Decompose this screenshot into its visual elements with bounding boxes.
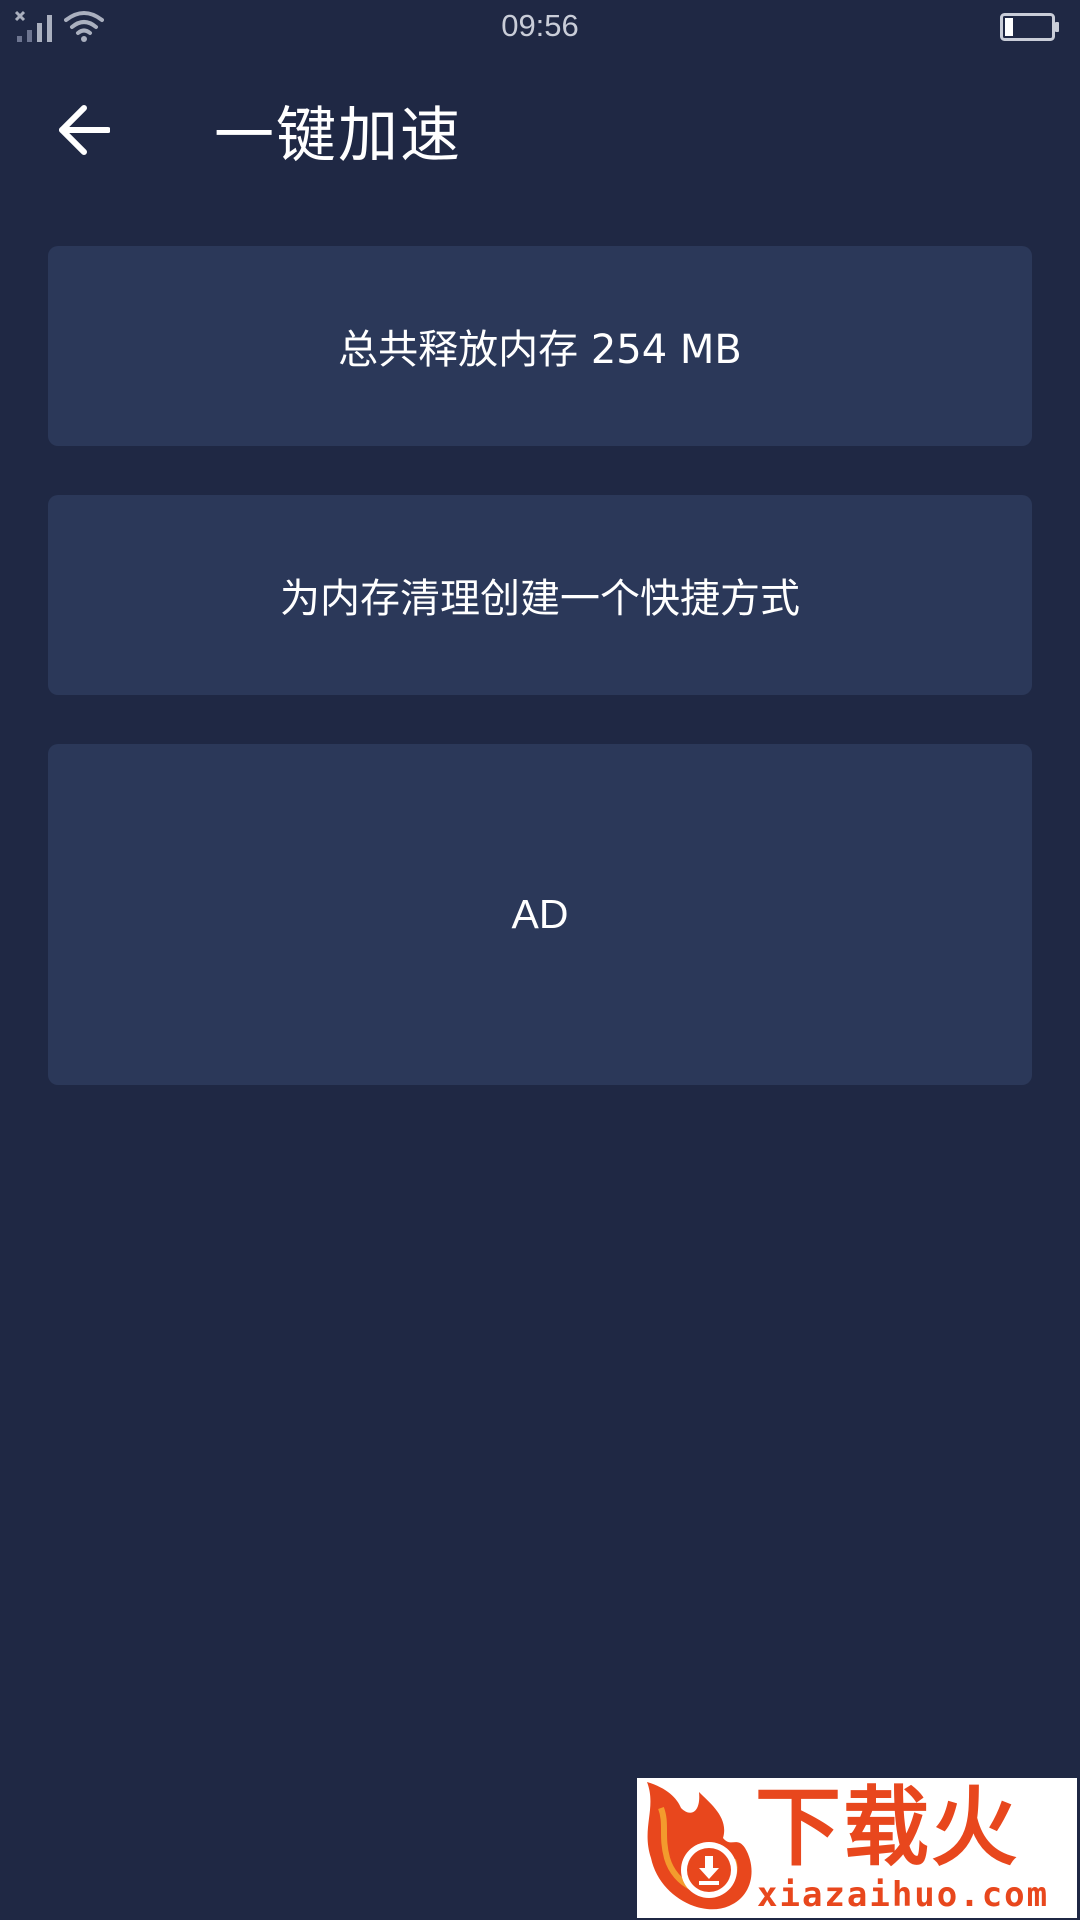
watermark-title: 下载火: [755, 1778, 1019, 1878]
back-button[interactable]: [56, 104, 112, 160]
ad-banner[interactable]: AD: [48, 744, 1032, 1085]
watermark-url: xiazaihuo.com: [757, 1875, 1050, 1915]
status-bar: 09:56: [0, 0, 1080, 56]
memory-freed-card: 总共释放内存 254 MB: [48, 246, 1032, 446]
status-time: 09:56: [501, 8, 579, 43]
app-header: 一键加速: [0, 56, 1080, 226]
create-shortcut-label: 为内存清理创建一个快捷方式: [280, 576, 800, 622]
ad-label: AD: [511, 891, 569, 937]
page-title: 一键加速: [214, 101, 462, 171]
flame-logo-icon: [637, 1778, 755, 1918]
memory-freed-text: 总共释放内存 254 MB: [338, 327, 742, 373]
create-shortcut-button[interactable]: 为内存清理创建一个快捷方式: [48, 495, 1032, 695]
watermark: 下载火 xiazaihuo.com: [637, 1778, 1077, 1918]
battery-icon: [1000, 12, 1060, 44]
back-arrow-icon: [58, 104, 111, 160]
